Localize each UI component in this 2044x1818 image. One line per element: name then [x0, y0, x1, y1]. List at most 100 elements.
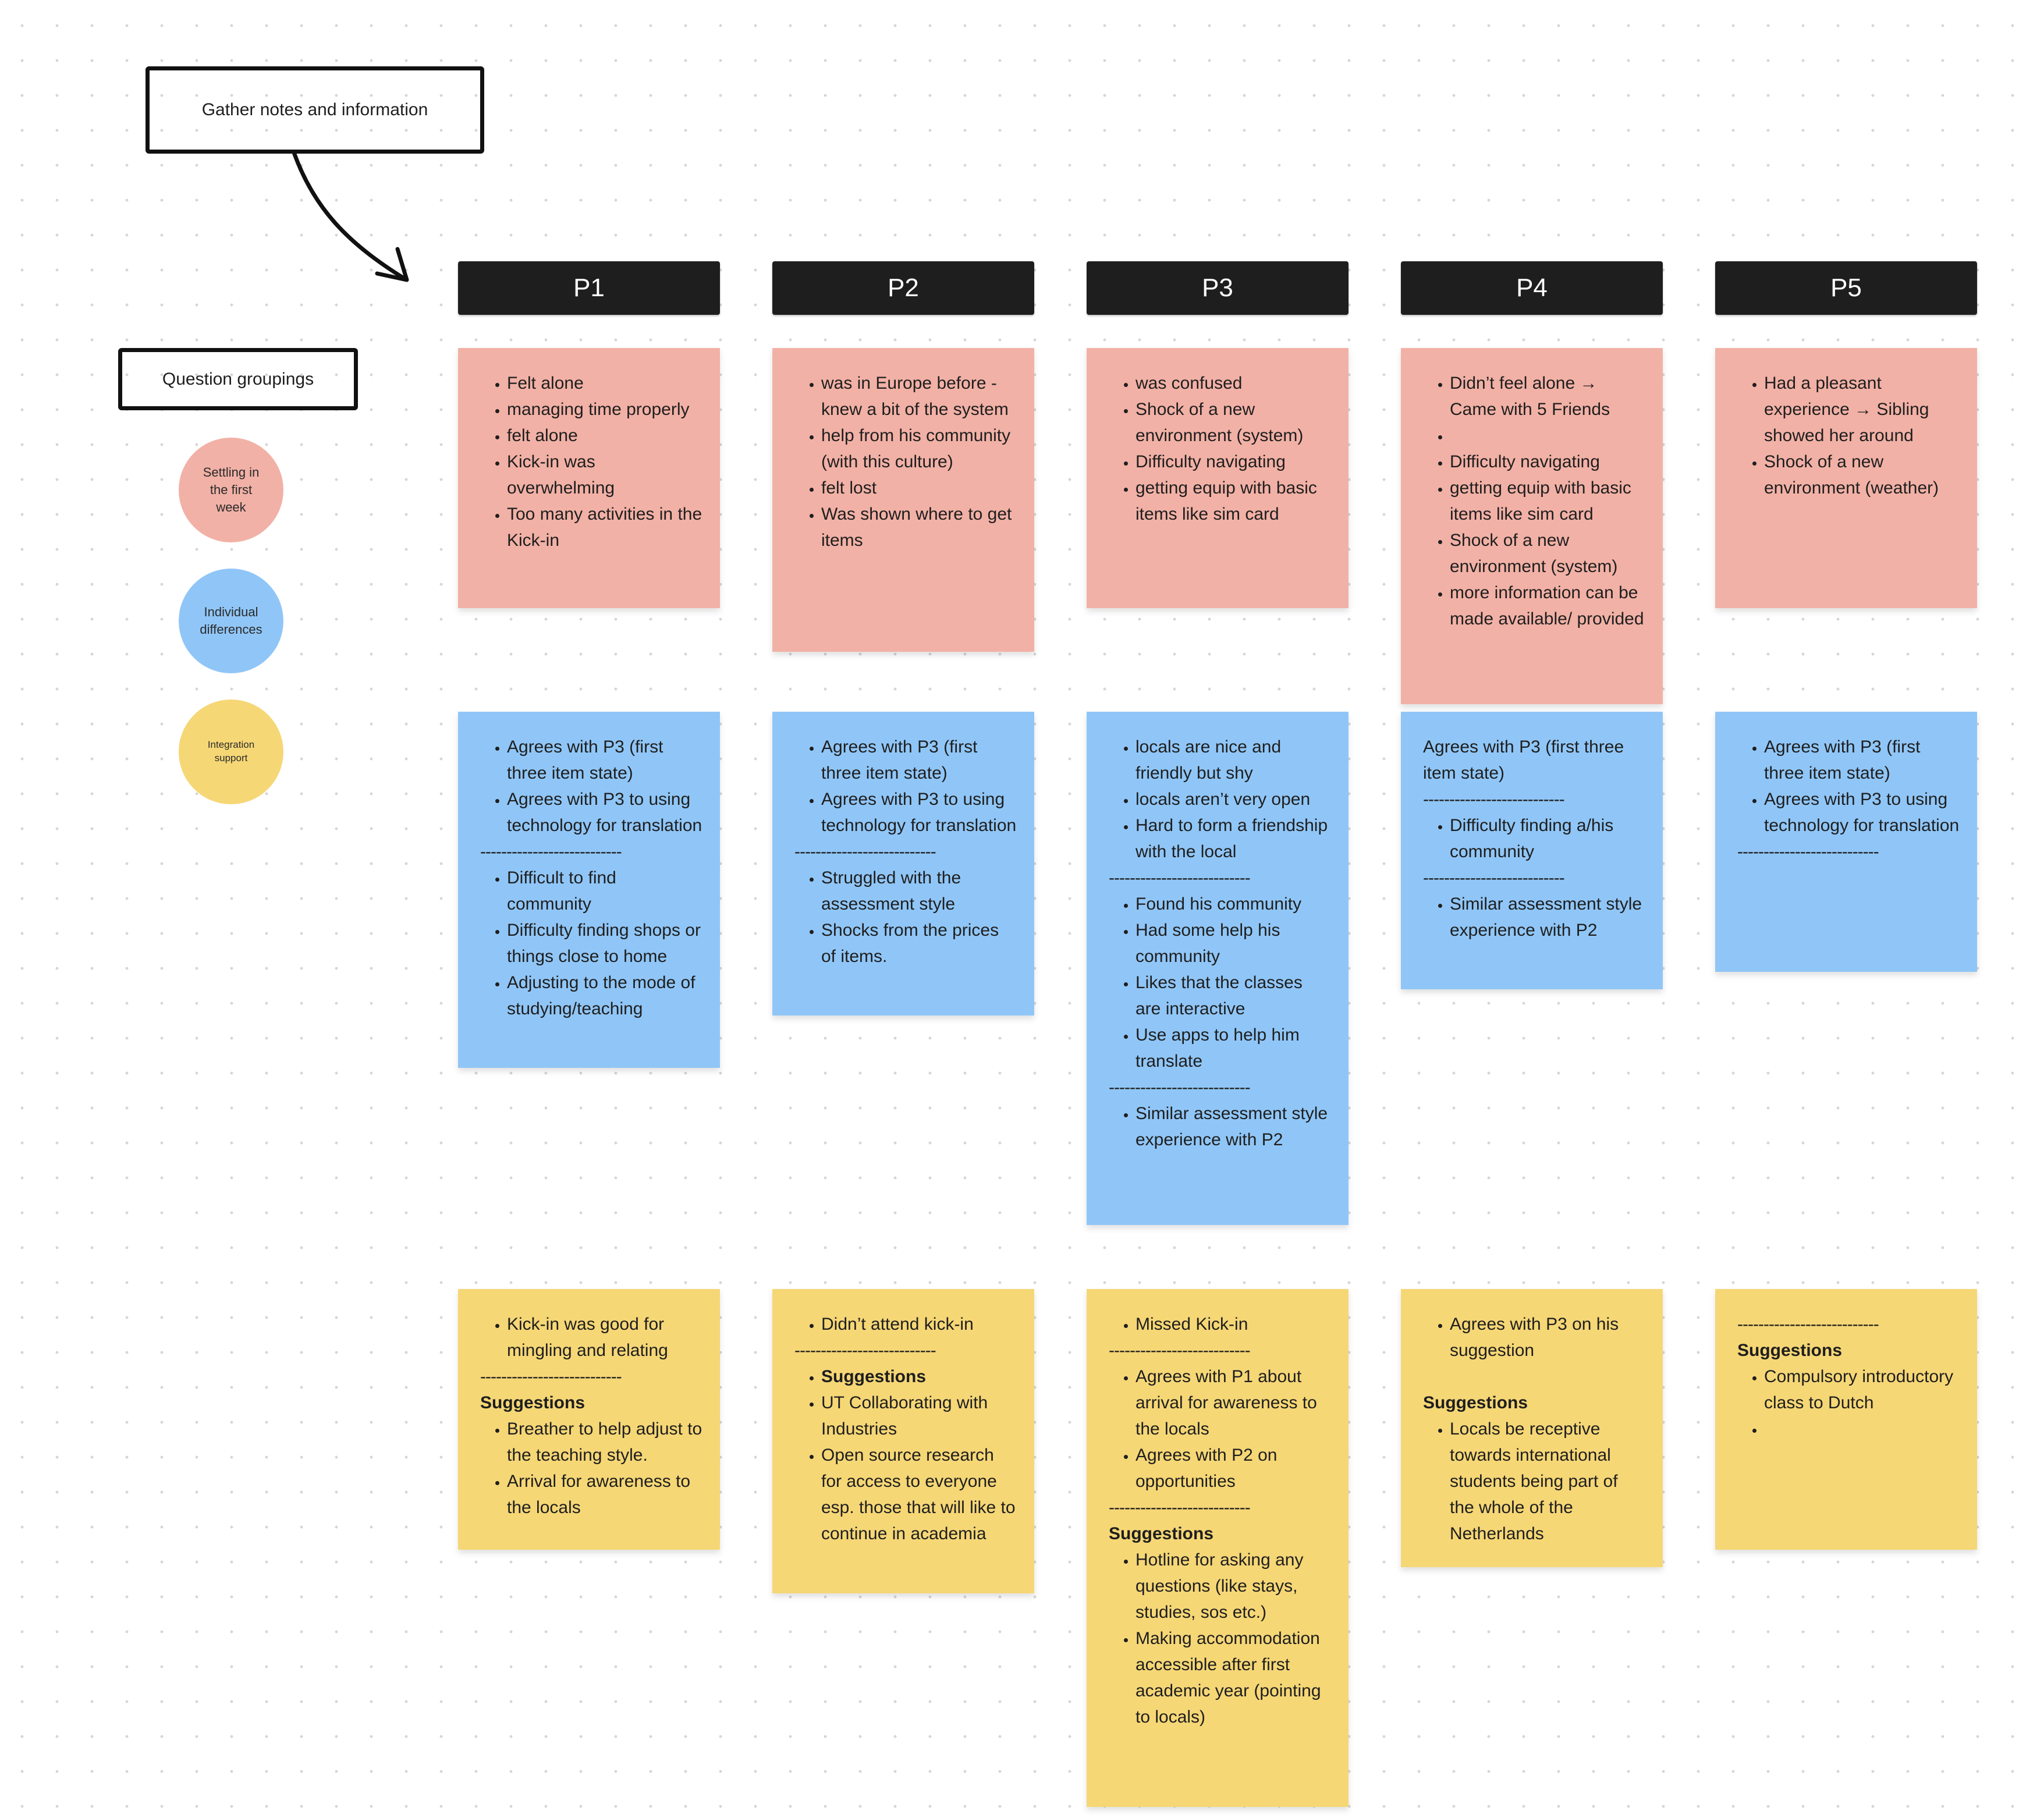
note-bullet-item: Arrival for awareness to the locals — [507, 1468, 702, 1521]
note-bullet-item: Agrees with P3 to using technology for t… — [507, 786, 702, 839]
header-label: P1 — [573, 274, 605, 302]
gather-notes-label-box[interactable]: Gather notes and information — [146, 66, 484, 154]
dashed-separator: --------------------------- — [1423, 868, 1565, 887]
note-bullet-item: Suggestions — [821, 1364, 1017, 1390]
bullet-list: Missed Kick-in — [1109, 1311, 1331, 1337]
bullet-list: Agrees with P3 (first three item state)A… — [480, 734, 702, 839]
sticky-note-settling-p1[interactable]: Felt alonemanaging time properlyfelt alo… — [458, 348, 720, 608]
sticky-note-support-p5[interactable]: --------------------------- Suggestions Co… — [1715, 1289, 1977, 1550]
header-label: P5 — [1830, 274, 1862, 302]
note-bullet-item: Difficulty finding shops or things close… — [507, 917, 702, 970]
note-bullet-item: Agrees with P2 on opportunities — [1135, 1442, 1331, 1494]
bullet-list: Difficulty finding a/his community — [1423, 812, 1645, 865]
bullet-list: Agrees with P3 on his suggestion — [1423, 1311, 1645, 1364]
note-bullet-item: Hard to form a friendship with the local — [1135, 812, 1331, 865]
note-bullet-item: Shocks from the prices of items. — [821, 917, 1017, 970]
note-bullet-item: was in Europe before - knew a bit of the… — [821, 370, 1017, 422]
header-label: P4 — [1516, 274, 1548, 302]
participant-header-p4[interactable]: P4 — [1401, 261, 1663, 315]
legend-settling-in-first-week[interactable]: Settling in the first week — [179, 438, 283, 542]
sticky-note-settling-p3[interactable]: was confusedShock of a new environment (… — [1087, 348, 1349, 608]
note-bullet-item: Similar assessment style experience with… — [1450, 891, 1645, 943]
note-bullet-item: managing time properly — [507, 396, 702, 422]
dashed-separator: --------------------------- — [1423, 790, 1565, 809]
note-bullet-item: Kick-in was good for mingling and relati… — [507, 1311, 702, 1364]
note-bullet-item: Found his community — [1135, 891, 1331, 917]
note-bullet-item: Agrees with P3 to using technology for t… — [821, 786, 1017, 839]
bullet-list: Agrees with P3 (first three item state)A… — [794, 734, 1017, 839]
sticky-note-differences-p5[interactable]: Agrees with P3 (first three item state)A… — [1715, 712, 1977, 972]
note-bullet-item: Was shown where to get items — [821, 501, 1017, 553]
legend-label: Individual differences — [200, 605, 262, 637]
note-bullet-item: help from his community (with this cultu… — [821, 422, 1017, 475]
note-bullet-item: Missed Kick-in — [1135, 1311, 1331, 1337]
bullet-list: Found his communityHad some help his com… — [1109, 891, 1331, 1074]
dashed-separator: --------------------------- — [1109, 1078, 1251, 1097]
bullet-list: Didn’t feel alone → Came with 5 Friends D… — [1423, 370, 1645, 632]
bullet-list: Kick-in was good for mingling and relati… — [480, 1311, 702, 1364]
sticky-note-differences-p4[interactable]: Agrees with P3 (first three item state) -… — [1401, 712, 1663, 989]
sticky-note-settling-p5[interactable]: Had a pleasant experience → Sibling show… — [1715, 348, 1977, 608]
header-label: P2 — [888, 274, 919, 302]
legend-individual-differences[interactable]: Individual differences — [179, 569, 283, 673]
note-bullet-item: felt lost — [821, 475, 1017, 501]
note-bullet-item: getting equip with basic items like sim … — [1450, 475, 1645, 527]
note-bullet-item — [1764, 1416, 1960, 1442]
sticky-note-differences-p3[interactable]: locals are nice and friendly but shyloca… — [1087, 712, 1349, 1225]
participant-header-p1[interactable]: P1 — [458, 261, 720, 315]
note-bullet-item: Locals be receptive towards internationa… — [1450, 1416, 1645, 1547]
sticky-note-differences-p1[interactable]: Agrees with P3 (first three item state)A… — [458, 712, 720, 1068]
participant-header-p3[interactable]: P3 — [1087, 261, 1349, 315]
note-bullet-item: Had some help his community — [1135, 917, 1331, 970]
sticky-note-support-p1[interactable]: Kick-in was good for mingling and relati… — [458, 1289, 720, 1550]
sticky-note-differences-p2[interactable]: Agrees with P3 (first three item state)A… — [772, 712, 1034, 1015]
suggestions-heading: Suggestions — [1423, 1393, 1528, 1412]
question-groupings-label-box[interactable]: Question groupings — [118, 348, 358, 410]
legend-label: Settling in the first week — [203, 465, 260, 514]
note-bullet-item: Agrees with P3 (first three item state) — [507, 734, 702, 786]
note-bullet-item: Making accommodation accessible after fi… — [1135, 1625, 1331, 1730]
note-bullet-item: Difficulty navigating — [1450, 449, 1645, 475]
dashed-separator: --------------------------- — [480, 842, 622, 861]
bullet-list: SuggestionsUT Collaborating with Industr… — [794, 1364, 1017, 1547]
bullet-list: Compulsory introductory class to Dutch — [1737, 1364, 1960, 1442]
bullet-list: Had a pleasant experience → Sibling show… — [1737, 370, 1960, 501]
bullet-list: Breather to help adjust to the teaching … — [480, 1416, 702, 1521]
sticky-note-settling-p4[interactable]: Didn’t feel alone → Came with 5 Friends D… — [1401, 348, 1663, 704]
legend-integration-support[interactable]: Integration support — [179, 699, 283, 804]
note-bullet-item: Open source research for access to every… — [821, 1442, 1017, 1547]
dashed-separator: --------------------------- — [1109, 1498, 1251, 1517]
dashed-separator: --------------------------- — [1737, 1315, 1879, 1334]
bullet-list: was confusedShock of a new environment (… — [1109, 370, 1331, 527]
dashed-separator: --------------------------- — [794, 842, 936, 861]
note-bullet-item: getting equip with basic items like sim … — [1135, 475, 1331, 527]
participant-header-p2[interactable]: P2 — [772, 261, 1034, 315]
bullet-list: Hotline for asking any questions (like s… — [1109, 1547, 1331, 1730]
dashed-separator: --------------------------- — [794, 1341, 936, 1360]
note-bullet-item: Agrees with P3 (first three item state) — [821, 734, 1017, 786]
participant-header-p5[interactable]: P5 — [1715, 261, 1977, 315]
note-bullet-item: Compulsory introductory class to Dutch — [1764, 1364, 1960, 1416]
sticky-note-settling-p2[interactable]: was in Europe before - knew a bit of the… — [772, 348, 1034, 652]
note-bullet-item: Agrees with P1 about arrival for awarene… — [1135, 1364, 1331, 1442]
sticky-note-support-p2[interactable]: Didn’t attend kick-in -------------------… — [772, 1289, 1034, 1593]
note-bullet-item: Kick-in was overwhelming — [507, 449, 702, 501]
note-bullet-item: Use apps to help him translate — [1135, 1022, 1331, 1074]
note-bullet-item: Difficulty finding a/his community — [1450, 812, 1645, 865]
sticky-note-support-p4[interactable]: Agrees with P3 on his suggestion Suggesti… — [1401, 1289, 1663, 1567]
note-bullet-item: Agrees with P3 on his suggestion — [1450, 1311, 1645, 1364]
note-bullet-item: Shock of a new environment (system) — [1135, 396, 1331, 449]
note-bullet-item: Shock of a new environment (weather) — [1764, 449, 1960, 501]
note-bullet-item: Hotline for asking any questions (like s… — [1135, 1547, 1331, 1625]
bullet-list: Locals be receptive towards internationa… — [1423, 1416, 1645, 1547]
note-bullet-item: locals aren’t very open — [1135, 786, 1331, 812]
bullet-list: locals are nice and friendly but shyloca… — [1109, 734, 1331, 865]
note-bullet-item: Breather to help adjust to the teaching … — [507, 1416, 702, 1468]
note-bullet-item: UT Collaborating with Industries — [821, 1390, 1017, 1442]
suggestions-heading: Suggestions — [480, 1393, 585, 1412]
sticky-note-support-p3[interactable]: Missed Kick-in --------------------------… — [1087, 1289, 1349, 1807]
suggestions-heading: Suggestions — [1737, 1341, 1843, 1360]
dashed-separator: --------------------------- — [1737, 842, 1879, 861]
note-bullet-item: was confused — [1135, 370, 1331, 396]
